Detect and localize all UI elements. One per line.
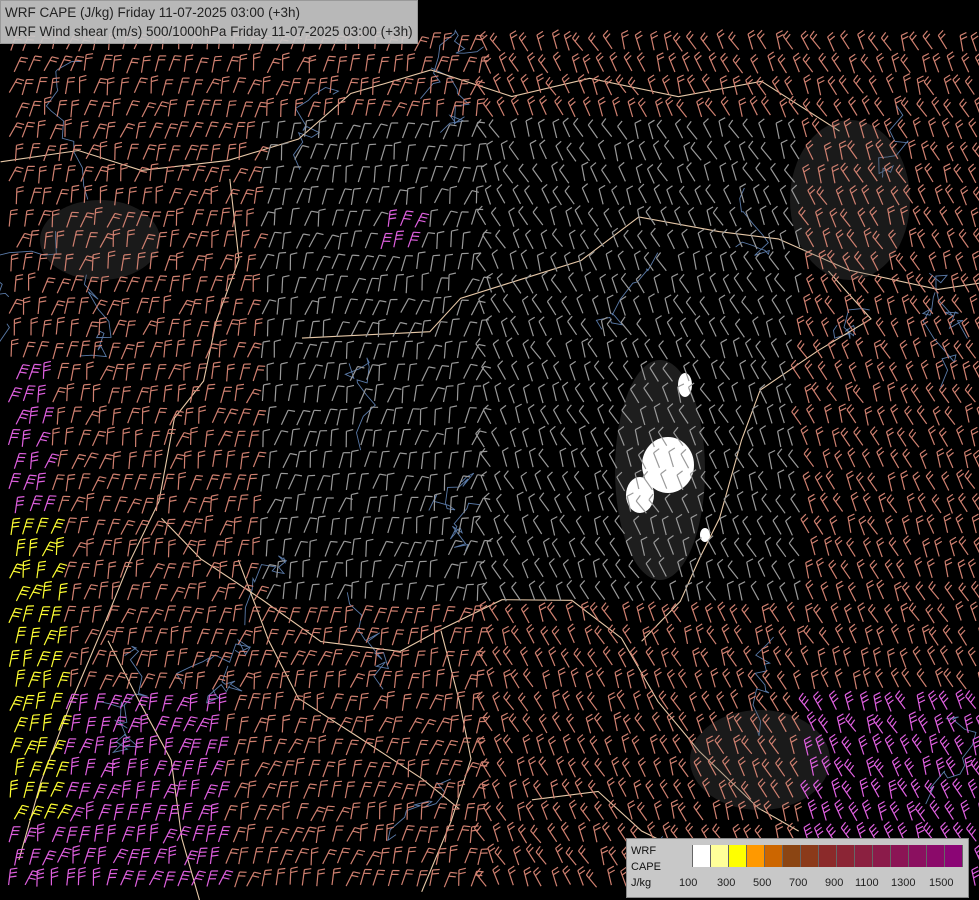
legend-swatch	[819, 845, 837, 867]
legend-tick: 1100	[855, 877, 879, 889]
legend-tick: 1300	[891, 877, 916, 889]
legend-tick: 500	[753, 877, 772, 889]
legend-tick: 700	[789, 877, 808, 889]
legend-swatch	[909, 845, 927, 867]
legend-swatch	[801, 845, 819, 867]
legend-swatch	[837, 845, 855, 867]
legend-tick: 900	[825, 877, 844, 889]
legend-swatch	[855, 845, 873, 867]
legend-swatch	[747, 845, 765, 867]
title-box: WRF CAPE (J/kg) Friday 11-07-2025 03:00 …	[0, 0, 418, 44]
cape-area	[690, 710, 830, 810]
cape-area	[678, 373, 692, 397]
legend-tick: 100	[679, 877, 698, 889]
legend-swatch	[891, 845, 909, 867]
legend-swatch	[711, 845, 729, 867]
legend-label-wrf: WRF	[631, 845, 657, 857]
weather-map	[0, 0, 979, 900]
legend-tick: 300	[717, 877, 736, 889]
legend-swatch	[873, 845, 891, 867]
title-cape: WRF CAPE (J/kg) Friday 11-07-2025 03:00 …	[5, 5, 300, 20]
legend-label-unit: J/kg	[631, 877, 652, 889]
legend-label-cape: CAPE	[631, 861, 661, 873]
legend-tick: 1500	[929, 877, 954, 889]
legend-swatch	[927, 845, 945, 867]
legend-swatch	[783, 845, 801, 867]
legend-swatches	[675, 845, 963, 867]
legend-swatch	[693, 845, 711, 867]
legend-swatch	[765, 845, 783, 867]
legend-ticks: 100 300 500 700 900 1100 1300 1500	[679, 877, 969, 891]
legend-swatch	[945, 845, 963, 867]
legend-swatch	[729, 845, 747, 867]
legend-swatch	[675, 845, 693, 867]
title-shear: WRF Wind shear (m/s) 500/1000hPa Friday …	[5, 24, 413, 39]
cape-legend: WRF CAPE J/kg 100 300 500 700 900 1100 1…	[626, 838, 969, 898]
